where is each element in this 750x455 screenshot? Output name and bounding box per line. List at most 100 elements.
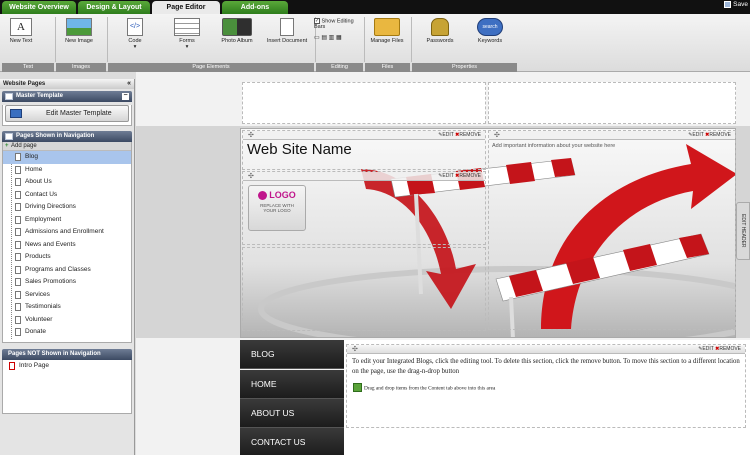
edit-label[interactable]: EDIT	[442, 132, 453, 138]
edit-remove-controls[interactable]: ✎EDIT ✖REMOVE	[438, 131, 481, 140]
info-block[interactable]: ✣ ✎EDIT ✖REMOVE Add important information…	[488, 130, 736, 330]
page-item-donate[interactable]: Donate	[3, 326, 131, 339]
page-icon	[15, 240, 21, 249]
drag-handle-icon[interactable]: ✣	[248, 131, 254, 140]
hidden-page-icon	[9, 362, 15, 370]
page-label: News and Events	[25, 240, 76, 248]
drag-handle-icon[interactable]: ✣	[352, 345, 358, 354]
drag-handle-icon[interactable]: ✣	[248, 172, 254, 181]
edit-label[interactable]: EDIT	[692, 132, 703, 138]
tab-website-overview[interactable]: Website Overview	[2, 1, 76, 14]
new-text-label: New Text	[9, 38, 33, 44]
folder-icon	[374, 18, 400, 36]
remove-label[interactable]: REMOVE	[459, 173, 481, 179]
blog-block[interactable]: ✣ ✎EDIT ✖REMOVE To edit your Integrated B…	[346, 344, 746, 428]
page-item-volunteer[interactable]: Volunteer	[3, 314, 131, 327]
page-item-driving-directions[interactable]: Driving Directions	[3, 201, 131, 214]
nav-pages-panel: + Add page Blog Home About Us Contact Us …	[2, 142, 132, 343]
edit-header-tab[interactable]: EDIT HEADER	[736, 202, 750, 260]
page-label: Volunteer	[25, 315, 53, 323]
nav-button-blog[interactable]: BLOG	[240, 340, 344, 369]
page-icon	[15, 165, 21, 174]
photo-album-button[interactable]: Photo Album	[218, 18, 256, 44]
top-drop-zone-left[interactable]	[242, 82, 486, 124]
nav-button-home[interactable]: HOME	[240, 370, 344, 399]
editing-bar: ✣ ✎EDIT ✖REMOVE	[243, 131, 485, 140]
drop-area[interactable]: Drag and drop items from the Content tab…	[351, 381, 741, 394]
page-label: Sales Promotions	[25, 278, 76, 285]
group-page-elements-label: Page Elements	[108, 63, 314, 72]
remove-label[interactable]: REMOVE	[719, 346, 741, 352]
edit-remove-controls[interactable]: ✎EDIT ✖REMOVE	[688, 131, 731, 140]
checkbox-icon: ✓	[314, 18, 320, 24]
passwords-button[interactable]: Passwords	[420, 18, 460, 44]
edit-master-template-button[interactable]: Edit Master Template	[5, 105, 129, 122]
new-image-icon	[66, 18, 92, 36]
group-editing-label: Editing	[316, 63, 363, 72]
page-canvas: ✣ ✎EDIT ✖REMOVE Web Site Name ✣ ✎EDIT ✖REM…	[136, 72, 750, 455]
minimize-icon[interactable]: −	[122, 92, 129, 100]
forms-dropdown-icon: ▾	[185, 44, 189, 50]
page-icon	[15, 303, 21, 311]
page-item-testimonials[interactable]: Testimonials	[3, 301, 131, 314]
page-item-news-events[interactable]: News and Events	[3, 239, 131, 252]
page-item-products[interactable]: Products	[3, 251, 131, 264]
editing-mini-tools[interactable]: ▭ ▤ ▥ ▦	[314, 34, 358, 41]
show-editing-bars-toggle[interactable]: ✓ Show Editing Bars ▭ ▤ ▥ ▦	[314, 18, 358, 41]
page-item-contact-us[interactable]: Contact Us	[3, 189, 131, 202]
nav-button-contact-us[interactable]: CONTACT US	[240, 428, 344, 455]
header-bottom-drop-zone[interactable]	[242, 247, 486, 331]
remove-label[interactable]: REMOVE	[459, 132, 481, 138]
code-button[interactable]: </> Code ▾	[118, 18, 152, 50]
template-icon	[5, 93, 13, 100]
top-drop-zone-right[interactable]	[488, 82, 736, 124]
edit-header-label: EDIT HEADER	[740, 214, 746, 248]
collapse-icon[interactable]: «	[127, 79, 131, 89]
save-button[interactable]: Save	[724, 1, 748, 8]
keywords-button[interactable]: search Keywords	[470, 18, 510, 44]
tab-page-editor[interactable]: Page Editor	[152, 1, 220, 14]
page-label: Driving Directions	[25, 203, 76, 210]
page-icon	[15, 228, 21, 236]
page-item-admissions[interactable]: Admissions and Enrollment	[3, 226, 131, 239]
edit-master-label: Edit Master Template	[46, 110, 112, 117]
page-icon	[15, 265, 21, 274]
page-item-home[interactable]: Home	[3, 164, 131, 177]
remove-label[interactable]: REMOVE	[709, 132, 731, 138]
add-page-button[interactable]: + Add page	[3, 142, 131, 151]
show-editing-bars-label: Show Editing Bars	[314, 18, 354, 31]
logo-placeholder[interactable]: LOGO REPLACE WITH YOUR LOGO	[248, 185, 306, 231]
page-item-sales-promotions[interactable]: Sales Promotions	[3, 276, 131, 289]
nav-button-about-us[interactable]: ABOUT US	[240, 399, 344, 428]
keywords-label: Keywords	[477, 38, 503, 44]
new-image-label: New Image	[65, 38, 93, 44]
drag-handle-icon[interactable]: ✣	[494, 131, 500, 140]
page-item-programs-classes[interactable]: Programs and Classes	[3, 264, 131, 277]
page-item-employment[interactable]: Employment	[3, 214, 131, 227]
site-name-block[interactable]: ✣ ✎EDIT ✖REMOVE Web Site Name	[242, 130, 486, 170]
page-item-intro-page[interactable]: Intro Page	[3, 360, 131, 373]
new-image-button[interactable]: New Image	[60, 18, 98, 44]
page-item-blog[interactable]: Blog	[3, 151, 131, 164]
passwords-label: Passwords	[426, 38, 454, 44]
logo-block[interactable]: ✣ ✎EDIT ✖REMOVE LOGO REPLACE WITH YOUR LO…	[242, 171, 486, 245]
edit-label[interactable]: EDIT	[442, 173, 453, 179]
search-icon: search	[477, 18, 503, 36]
page-item-about-us[interactable]: About Us	[3, 176, 131, 189]
page-icon	[15, 328, 21, 336]
edit-label[interactable]: EDIT	[702, 346, 713, 352]
hidden-pages-header: Pages NOT Shown in Navigation	[2, 349, 132, 360]
page-icon	[15, 278, 21, 286]
new-text-button[interactable]: A New Text	[6, 18, 36, 44]
forms-button[interactable]: Forms ▾	[170, 18, 204, 50]
logo-text: LOGO	[269, 190, 296, 200]
tab-design-layout[interactable]: Design & Layout	[78, 1, 150, 14]
edit-remove-controls[interactable]: ✎EDIT ✖REMOVE	[438, 172, 481, 181]
manage-files-button[interactable]: Manage Files	[368, 18, 406, 44]
hidden-pages-panel: Intro Page	[2, 360, 132, 414]
group-images-label: Images	[56, 63, 106, 72]
page-item-services[interactable]: Services	[3, 289, 131, 302]
insert-document-button[interactable]: Insert Document	[262, 18, 312, 44]
tab-add-ons[interactable]: Add-ons	[222, 1, 288, 14]
edit-remove-controls[interactable]: ✎EDIT ✖REMOVE	[698, 345, 741, 354]
